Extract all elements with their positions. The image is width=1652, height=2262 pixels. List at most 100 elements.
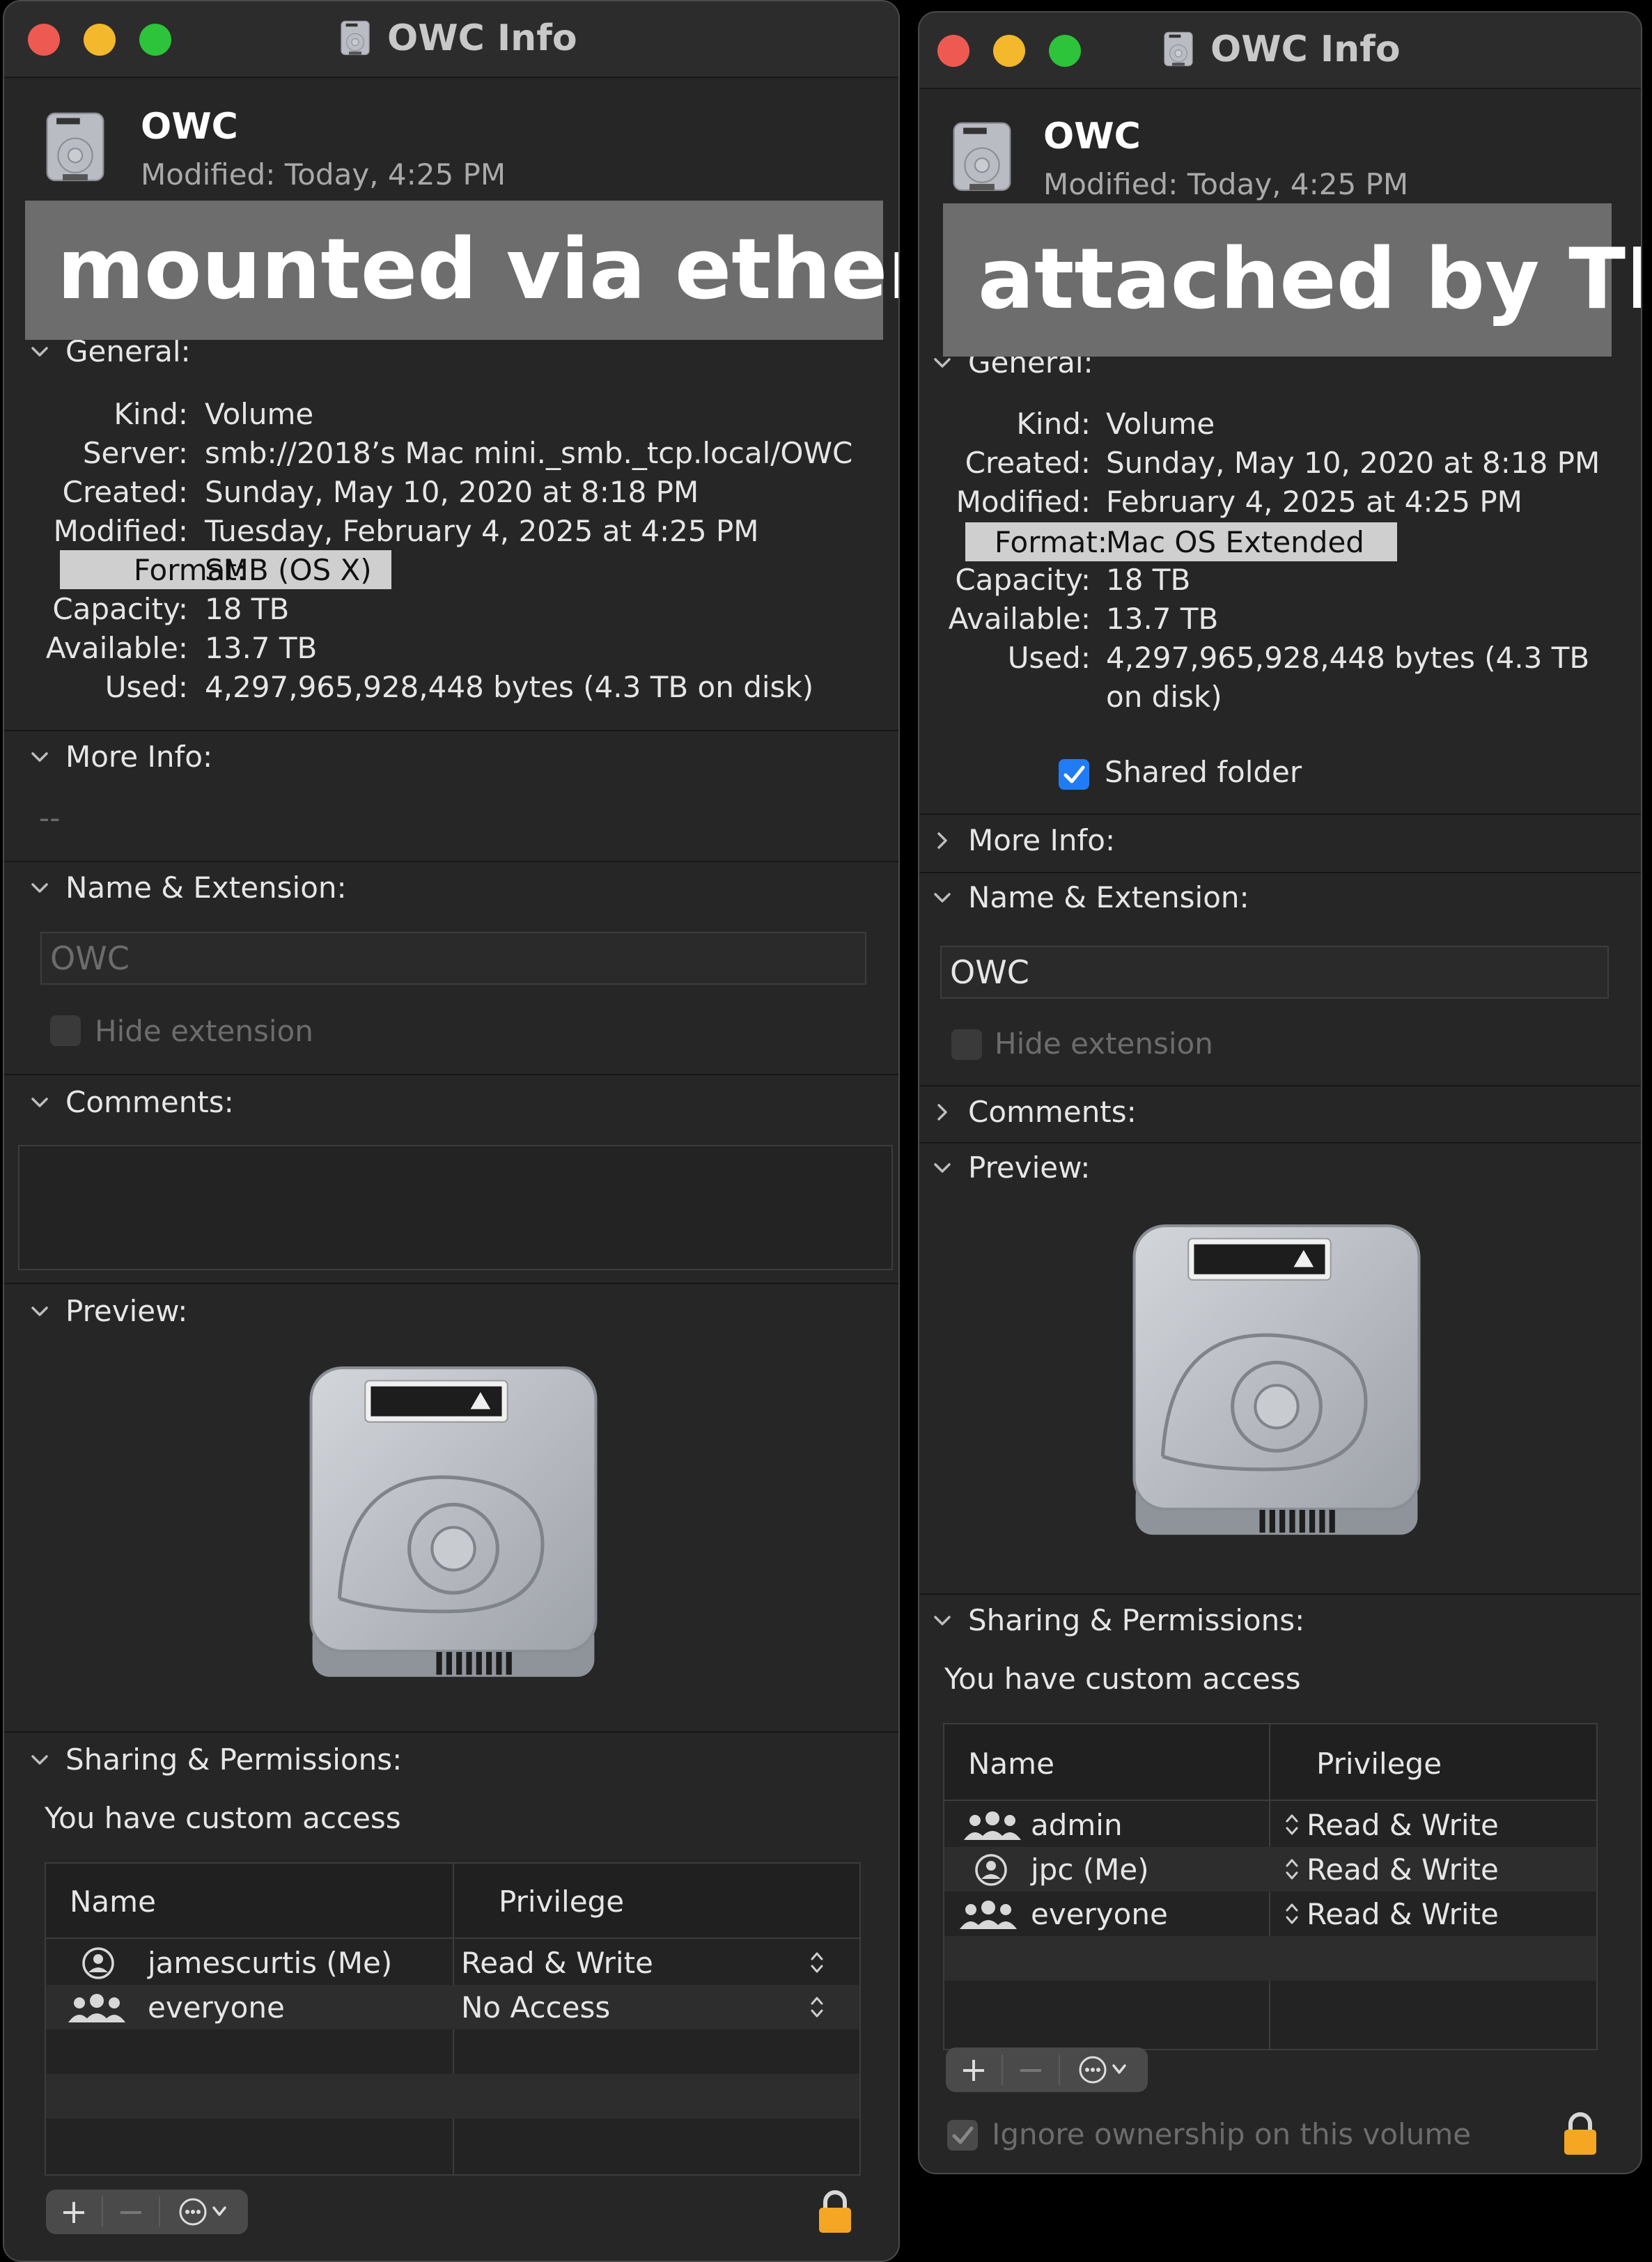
zoom-button[interactable] [139, 24, 171, 56]
section-more-info[interactable]: More Info: [932, 823, 1115, 857]
minimize-button[interactable] [993, 35, 1025, 67]
add-button[interactable]: + [46, 2190, 102, 2234]
created-label: Created: [965, 446, 1091, 480]
lock-icon[interactable] [816, 2188, 854, 2234]
drive-icon [943, 118, 1021, 196]
annotation-banner: mounted via ethernet [25, 201, 898, 340]
section-sharing-permissions[interactable]: Sharing & Permissions: [932, 1603, 1304, 1637]
kind-value: Volume [1106, 407, 1215, 441]
drive-icon [336, 19, 375, 58]
table-row[interactable]: admin Read & Write [944, 1802, 1596, 1847]
chevron-down-icon [29, 878, 50, 898]
capacity-label: Capacity: [955, 563, 1091, 597]
section-sharing-permissions[interactable]: Sharing & Permissions: [29, 1742, 402, 1777]
ignore-ownership-checkbox[interactable] [947, 2120, 978, 2151]
remove-button[interactable]: − [103, 2190, 159, 2234]
hide-extension-checkbox[interactable] [50, 1015, 81, 1046]
chevron-down-icon [932, 887, 953, 908]
access-text: You have custom access [944, 1662, 1301, 1696]
capacity-value: 18 TB [205, 592, 290, 626]
divider [919, 1593, 1641, 1595]
section-more-info[interactable]: More Info: [29, 740, 212, 774]
modified-date: Modified: Today, 4:25 PM [141, 157, 506, 192]
user-name: everyone [148, 1990, 285, 2025]
zoom-button[interactable] [1049, 35, 1081, 67]
lock-icon[interactable] [1561, 2110, 1599, 2156]
name-field[interactable]: OWC [940, 946, 1609, 999]
minimize-button[interactable] [84, 24, 116, 56]
modified-date: Modified: Today, 4:25 PM [1043, 167, 1409, 201]
available-value: 13.7 TB [1106, 602, 1219, 636]
action-menu-button[interactable] [1060, 2048, 1148, 2092]
section-comments[interactable]: Comments: [932, 1095, 1137, 1129]
kind-label: Kind: [1016, 407, 1091, 441]
add-button[interactable]: + [946, 2048, 1002, 2092]
privilege-stepper-icon[interactable] [1284, 1855, 1300, 1883]
section-name-extension[interactable]: Name & Extension: [29, 871, 347, 905]
privilege-stepper-icon[interactable] [809, 1949, 825, 1976]
section-comments[interactable]: Comments: [29, 1085, 234, 1119]
used-label: Used: [104, 670, 188, 704]
col-name-header[interactable]: Name [968, 1741, 1054, 1786]
section-name-extension[interactable]: Name & Extension: [932, 880, 1249, 914]
chevron-down-icon [932, 1157, 953, 1178]
info-window-left: OWC Info OWC Modified: Today, 4:25 PM mo… [3, 0, 900, 2262]
chevron-down-icon [932, 1610, 953, 1631]
used-label: Used: [1007, 641, 1091, 675]
table-row[interactable]: jamescurtis (Me) Read & Write [46, 1940, 859, 1985]
table-row[interactable]: everyone No Access [46, 1985, 859, 2029]
format-label: Format: [994, 524, 1107, 559]
group-users-icon [65, 1992, 128, 2027]
permissions-toolbar: + − [946, 2048, 1148, 2092]
comments-textarea[interactable] [18, 1145, 893, 1270]
permissions-table: Name Privilege jamescurtis (Me) Read & W… [45, 1862, 861, 2176]
chevron-down-icon [29, 1301, 50, 1322]
title-bar: OWC Info [4, 1, 898, 78]
action-menu-button[interactable] [160, 2190, 248, 2234]
close-button[interactable] [937, 35, 969, 67]
name-field[interactable]: OWC [40, 932, 866, 985]
used-value: 4,297,965,928,448 bytes (4.3 TB on disk) [205, 670, 814, 704]
hide-extension-checkbox[interactable] [951, 1029, 982, 1060]
col-privilege-header[interactable]: Privilege [499, 1879, 624, 1924]
privilege-value[interactable]: No Access [461, 1985, 610, 2029]
chevron-down-icon [29, 747, 50, 767]
shared-folder-checkbox[interactable] [1059, 759, 1089, 790]
privilege-stepper-icon[interactable] [809, 1993, 825, 2021]
available-value: 13.7 TB [205, 631, 318, 665]
table-row[interactable]: everyone Read & Write [944, 1892, 1596, 1936]
remove-button[interactable]: − [1003, 2048, 1059, 2092]
section-preview[interactable]: Preview: [932, 1150, 1090, 1185]
hide-extension-label: Hide extension [995, 1027, 1213, 1061]
privilege-value[interactable]: Read & Write [1307, 1892, 1499, 1936]
divider [4, 1074, 898, 1075]
user-name: jpc (Me) [1031, 1852, 1149, 1887]
ellipsis-circle-icon [179, 2198, 226, 2226]
user-name: admin [1031, 1807, 1123, 1842]
ignore-ownership-label: Ignore ownership on this volume [992, 2117, 1472, 2151]
divider [4, 730, 898, 731]
divider [919, 813, 1641, 815]
modified-label: Modified: [53, 514, 188, 548]
format-value: SMB (OS X) [205, 552, 372, 587]
used-value: 4,297,965,928,448 bytes (4.3 TB [1106, 641, 1590, 675]
col-name-header[interactable]: Name [70, 1879, 156, 1924]
privilege-value[interactable]: Read & Write [1307, 1847, 1499, 1892]
chevron-down-icon [29, 341, 50, 362]
ellipsis-circle-icon [1079, 2056, 1126, 2084]
table-row-empty [46, 2029, 859, 2074]
table-row-empty [944, 1936, 1596, 1981]
col-privilege-header[interactable]: Privilege [1316, 1741, 1442, 1786]
privilege-value[interactable]: Read & Write [461, 1940, 653, 1985]
privilege-stepper-icon[interactable] [1284, 1811, 1300, 1839]
section-preview[interactable]: Preview: [29, 1294, 187, 1328]
table-row[interactable]: jpc (Me) Read & Write [944, 1847, 1596, 1892]
close-button[interactable] [28, 24, 60, 56]
chevron-right-icon [932, 830, 953, 851]
created-label: Created: [62, 475, 188, 509]
annotation-banner: attached by TB2 [943, 203, 1641, 357]
hard-disk-preview-icon [297, 1364, 610, 1684]
privilege-stepper-icon[interactable] [1284, 1900, 1300, 1928]
permissions-toolbar: + − [46, 2190, 248, 2234]
privilege-value[interactable]: Read & Write [1307, 1802, 1499, 1847]
